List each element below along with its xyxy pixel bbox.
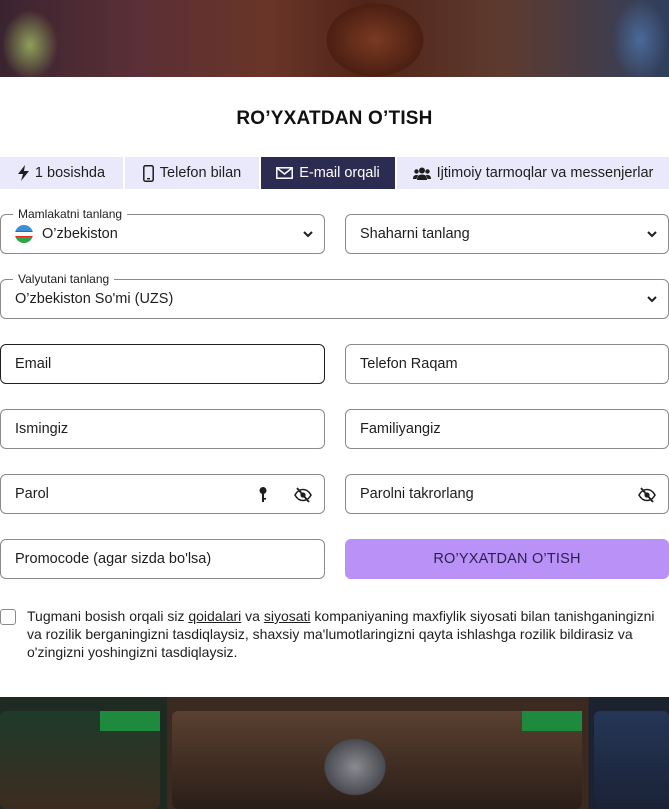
email-placeholder: Email <box>15 356 52 372</box>
policy-link[interactable]: siyosati <box>264 608 311 624</box>
eye-slash-icon[interactable] <box>638 487 656 507</box>
phone-icon <box>142 164 154 182</box>
register-button[interactable]: RO’YXATDAN O’TISH <box>345 539 669 579</box>
phone-field[interactable]: Telefon Raqam <box>345 344 669 384</box>
uzbekistan-flag-icon <box>15 225 33 243</box>
consent-text-part: va <box>241 608 264 624</box>
page: RO’YXATDAN O’TISH 1 bosishda Telefon bil… <box>0 0 669 809</box>
game-ribbon <box>522 711 582 731</box>
tab-email[interactable]: E-mail orqali <box>261 157 397 189</box>
envelope-icon <box>276 167 294 179</box>
password-field[interactable]: Parol <box>0 474 325 514</box>
tab-label: Ijtimoiy tarmoqlar va messenjerlar <box>436 165 654 181</box>
last-name-placeholder: Familiyangiz <box>360 421 441 437</box>
password-repeat-placeholder: Parolni takrorlang <box>360 486 474 502</box>
promocode-placeholder: Promocode (agar sizda bo'lsa) <box>15 551 212 567</box>
consent-text-part: Tugmani bosish orqali siz <box>27 608 189 624</box>
chevron-down-icon <box>646 293 658 309</box>
background-banner-top <box>0 0 669 77</box>
background-games-bottom <box>0 697 669 809</box>
lightning-icon <box>17 165 29 181</box>
promocode-field[interactable]: Promocode (agar sizda bo'lsa) <box>0 539 325 579</box>
chevron-down-icon <box>646 228 658 244</box>
users-icon <box>412 167 431 180</box>
currency-select[interactable]: Valyutani tanlang O’zbekiston So'mi (UZS… <box>0 272 669 319</box>
last-name-field[interactable]: Familiyangiz <box>345 409 669 449</box>
first-name-field[interactable]: Ismingiz <box>0 409 325 449</box>
eye-slash-icon[interactable] <box>294 487 312 507</box>
rules-link[interactable]: qoidalari <box>188 608 241 624</box>
tab-label: 1 bosishda <box>34 165 106 181</box>
country-legend: Mamlakatni tanlang <box>13 207 128 221</box>
game-ribbon <box>100 711 160 731</box>
key-icon[interactable] <box>258 486 268 508</box>
email-field[interactable]: Email <box>0 344 325 384</box>
country-value: O’zbekiston <box>42 226 118 242</box>
consent-checkbox[interactable] <box>0 609 16 625</box>
tab-one-click[interactable]: 1 bosishda <box>0 157 125 189</box>
country-select[interactable]: Mamlakatni tanlang O’zbekiston <box>0 207 325 254</box>
tab-social[interactable]: Ijtimoiy tarmoqlar va messenjerlar <box>397 157 669 189</box>
tab-phone[interactable]: Telefon bilan <box>125 157 261 189</box>
phone-placeholder: Telefon Raqam <box>360 356 458 372</box>
page-title: RO’YXATDAN O’TISH <box>236 108 433 129</box>
currency-legend: Valyutani tanlang <box>13 272 115 286</box>
password-repeat-field[interactable]: Parolni takrorlang <box>345 474 669 514</box>
tab-label: E-mail orqali <box>299 165 380 181</box>
consent-text: Tugmani bosish orqali siz qoidalari va s… <box>27 607 667 661</box>
currency-value: O’zbekiston So'mi (UZS) <box>15 291 174 307</box>
game-thumbnail <box>594 711 669 809</box>
first-name-placeholder: Ismingiz <box>15 421 69 437</box>
tab-label: Telefon bilan <box>159 165 242 181</box>
game-character-image <box>300 717 410 809</box>
city-select[interactable]: Shaharni tanlang <box>345 214 669 254</box>
registration-panel: RO’YXATDAN O’TISH 1 bosishda Telefon bil… <box>0 77 669 697</box>
city-placeholder: Shaharni tanlang <box>360 226 470 242</box>
password-placeholder: Parol <box>15 486 49 502</box>
registration-tabs: 1 bosishda Telefon bilan E-mail orqali I… <box>0 157 669 189</box>
chevron-down-icon <box>302 228 314 244</box>
